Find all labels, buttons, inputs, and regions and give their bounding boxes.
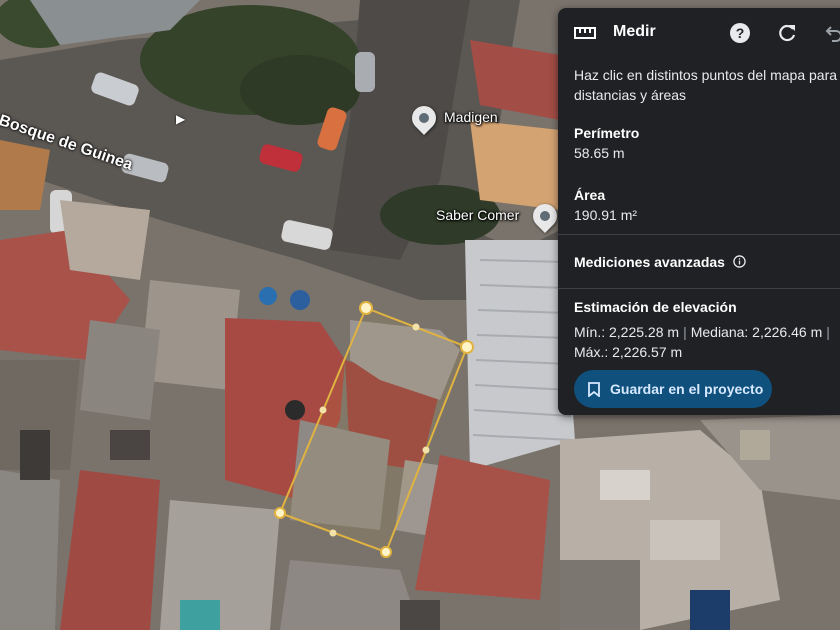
measure-panel: Medir ? Haz clic en distintos puntos del… <box>558 8 840 415</box>
measure-vertex[interactable] <box>380 546 392 558</box>
area-label: Área <box>574 187 606 203</box>
measure-vertex[interactable] <box>274 507 286 519</box>
bookmark-icon <box>588 381 600 397</box>
elevation-median: Mediana: 2,226.46 m <box>690 324 823 340</box>
measure-vertex[interactable] <box>359 301 373 315</box>
place-label-madigen[interactable]: Madigen <box>444 109 498 125</box>
advanced-label-text: Mediciones avanzadas <box>574 254 725 270</box>
save-button-label: Guardar en el proyecto <box>610 381 764 397</box>
measure-vertex[interactable] <box>460 340 474 354</box>
measure-midpoint[interactable] <box>422 446 430 454</box>
panel-header: Medir ? <box>558 8 840 58</box>
place-label-saber-comer[interactable]: Saber Comer <box>436 207 519 223</box>
measure-midpoint[interactable] <box>329 529 337 537</box>
panel-divider <box>558 234 840 235</box>
elevation-max: Máx.: 2,226.57 m <box>574 344 683 360</box>
advanced-measurements-label[interactable]: Mediciones avanzadas <box>574 254 746 270</box>
undo-icon[interactable] <box>822 21 840 45</box>
area-value: 190.91 m² <box>574 207 638 223</box>
reset-icon[interactable] <box>775 21 799 45</box>
perimeter-value: 58.65 m <box>574 145 625 161</box>
street-direction-icon: ▶ <box>176 112 186 126</box>
save-to-project-button[interactable]: Guardar en el proyecto <box>574 370 772 408</box>
panel-divider <box>558 288 840 289</box>
measured-area <box>278 306 469 554</box>
perimeter-label: Perímetro <box>574 125 640 141</box>
info-icon[interactable] <box>733 255 746 268</box>
instructions-line: distancias y áreas <box>574 87 687 103</box>
instructions-text: Haz clic en distintos puntos del mapa pa… <box>574 65 840 105</box>
help-icon[interactable]: ? <box>728 21 752 45</box>
elevation-label: Estimación de elevación <box>574 299 737 315</box>
instructions-line: Haz clic en distintos puntos del mapa pa… <box>574 67 840 83</box>
elevation-values: Mín.: 2,225.28 m | Mediana: 2,226.46 m | Má… <box>574 324 830 360</box>
panel-title: Medir <box>613 23 656 40</box>
measure-midpoint[interactable] <box>319 406 327 414</box>
measure-midpoint[interactable] <box>412 323 420 331</box>
elevation-min: Mín.: 2,225.28 m <box>574 324 680 340</box>
svg-text:?: ? <box>736 25 745 41</box>
ruler-icon <box>574 27 596 39</box>
